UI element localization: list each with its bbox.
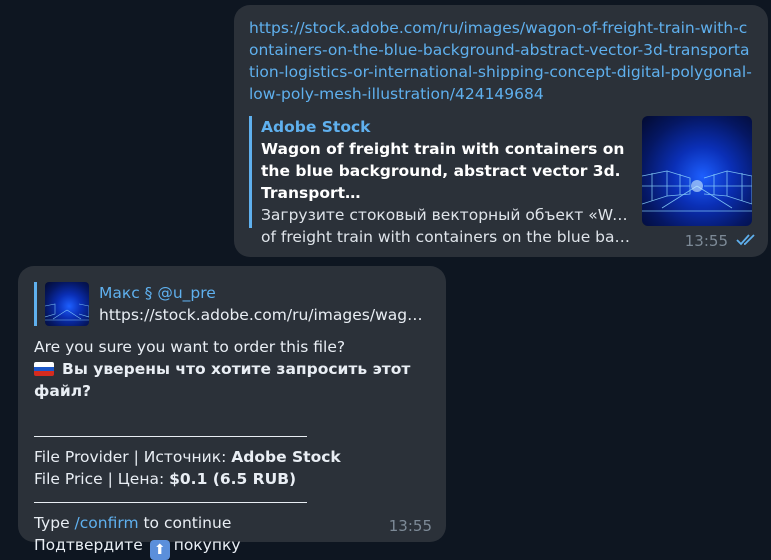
message-time: 13:55	[684, 232, 728, 250]
type-prefix: Type	[34, 514, 75, 532]
preview-description-line2: of freight train with containers on the …	[261, 228, 633, 246]
type-suffix: to continue	[138, 514, 232, 532]
up-arrow-icon: ⬆	[149, 540, 170, 560]
provider-value: Adobe Stock	[231, 448, 341, 466]
reply-text: https://stock.adobe.com/ru/images/wago…	[99, 306, 429, 324]
divider	[34, 424, 307, 437]
message-time: 13:55	[388, 517, 432, 535]
confirm-prefix: Подтвердите	[34, 536, 148, 554]
confirm-command-link[interactable]: /confirm	[75, 514, 139, 532]
confirm-ru-line: Подтвердите ⬆ покупку	[34, 534, 430, 560]
question-ru-line: Вы уверены что хотите запросить этот фай…	[34, 358, 430, 402]
message-link[interactable]: https://stock.adobe.com/ru/images/wagon-…	[249, 17, 752, 105]
question-en: Are you sure you want to order this file…	[34, 338, 346, 356]
preview-title: Wagon of freight train with containers o…	[261, 140, 625, 202]
russia-flag-icon	[34, 362, 54, 376]
divider	[34, 490, 307, 503]
price-label: File Price | Цена:	[34, 470, 170, 488]
reply-quote[interactable]: Макс § @u_pre https://stock.adobe.com/ru…	[34, 282, 430, 326]
message-meta: 13:55	[389, 517, 432, 535]
confirm-instruction: Type /confirm to continue	[34, 512, 430, 534]
link-preview[interactable]: Adobe Stock Wagon of freight train with …	[249, 116, 752, 246]
outgoing-message[interactable]: https://stock.adobe.com/ru/images/wagon-…	[234, 5, 768, 257]
question-ru: Вы уверены что хотите запросить этот фай…	[34, 360, 411, 400]
preview-thumbnail[interactable]	[642, 116, 752, 226]
confirm-suffix: покупку	[173, 536, 241, 554]
provider-line: File Provider | Источник: Adobe Stock	[34, 446, 430, 468]
reply-thumbnail	[45, 282, 89, 326]
preview-description-line1: Загрузите стоковый векторный объект «Wag…	[261, 206, 633, 224]
provider-label: File Provider | Источник:	[34, 448, 232, 466]
incoming-message[interactable]: Макс § @u_pre https://stock.adobe.com/ru…	[18, 266, 446, 560]
reply-author: Макс § @u_pre	[99, 284, 216, 302]
price-value: $0.1 (6.5 RUB)	[169, 470, 297, 488]
double-check-icon	[736, 232, 758, 250]
message-meta: 13:55	[685, 232, 758, 250]
price-line: File Price | Цена: $0.1 (6.5 RUB)	[34, 468, 430, 490]
message-body: Are you sure you want to order this file…	[34, 336, 430, 560]
